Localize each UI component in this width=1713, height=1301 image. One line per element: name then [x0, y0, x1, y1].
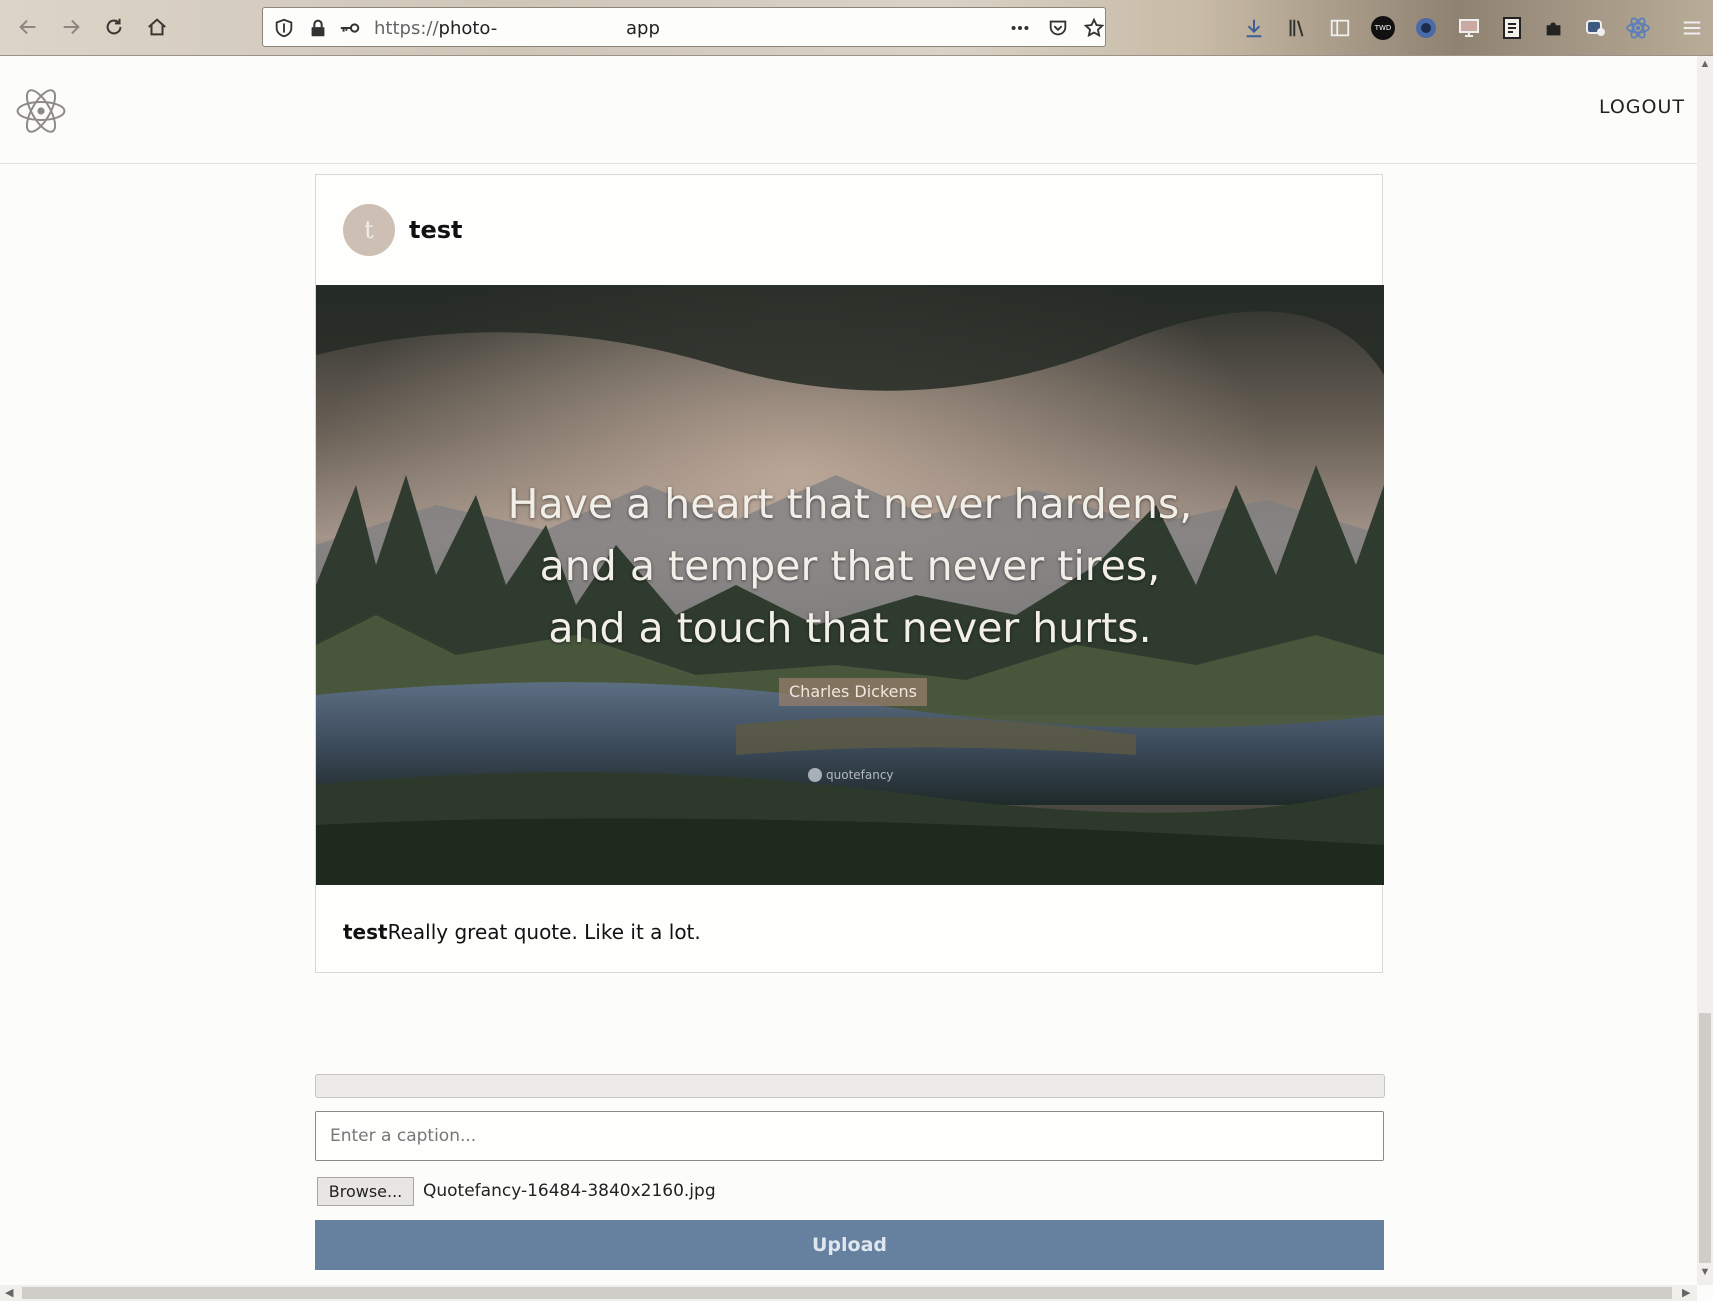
reload-icon[interactable] — [99, 12, 129, 42]
url-text: https://photo- — [374, 18, 497, 39]
back-arrow-icon[interactable] — [13, 12, 43, 42]
url-suffix: app — [626, 18, 660, 39]
library-icon[interactable] — [1283, 14, 1311, 42]
horizontal-scroll-thumb[interactable] — [22, 1287, 1672, 1299]
scroll-down-icon[interactable]: ▼ — [1699, 1266, 1711, 1278]
app-header: LOGOUT — [0, 56, 1697, 164]
key-icon[interactable] — [339, 17, 361, 39]
caption-input[interactable] — [315, 1111, 1384, 1161]
forward-arrow-icon[interactable] — [56, 12, 86, 42]
home-icon[interactable] — [142, 12, 172, 42]
upload-progress-bar — [315, 1074, 1385, 1098]
post-caption: testReally great quote. Like it a lot. — [343, 920, 701, 944]
shield-icon[interactable] — [273, 17, 295, 39]
puzzle-icon[interactable] — [1540, 14, 1568, 42]
watermark-text: quotefancy — [826, 768, 894, 782]
logout-button[interactable]: LOGOUT — [1599, 96, 1685, 118]
browse-button[interactable]: Browse... — [317, 1177, 414, 1206]
watermark-logo-icon — [808, 768, 822, 782]
sidebar-icon[interactable] — [1326, 14, 1354, 42]
quote-line: and a temper that never tires, — [539, 542, 1161, 590]
url-bar[interactable]: https://photo- app — [262, 7, 1106, 47]
caption-username[interactable]: test — [343, 920, 388, 944]
twd-label: TWD — [1371, 16, 1395, 40]
lock-icon[interactable] — [307, 17, 329, 39]
vertical-scrollbar[interactable]: ▲ ▼ — [1697, 56, 1713, 1285]
upload-button[interactable]: Upload — [315, 1220, 1384, 1270]
watermark: quotefancy — [808, 768, 894, 782]
quote-line: and a touch that never hurts. — [548, 604, 1152, 652]
download-icon[interactable] — [1240, 14, 1268, 42]
scroll-left-icon[interactable]: ◀ — [5, 1286, 13, 1299]
horizontal-scrollbar[interactable]: ◀ ▶ — [0, 1285, 1697, 1301]
extension-icon[interactable] — [1412, 14, 1440, 42]
more-dots-icon[interactable] — [1009, 17, 1031, 39]
react-atom-icon[interactable] — [14, 84, 68, 138]
post-username[interactable]: test — [409, 216, 463, 244]
selected-file-name: Quotefancy-16484-3840x2160.jpg — [423, 1181, 716, 1201]
vertical-scroll-thumb[interactable] — [1699, 1013, 1711, 1263]
pocket-icon[interactable] — [1047, 17, 1069, 39]
post-card: t test Have a heart that never hardens, … — [315, 174, 1384, 973]
quote-author: Charles Dickens — [779, 678, 927, 706]
react-devtools-icon[interactable] — [1624, 14, 1652, 42]
quote-line: Have a heart that never hardens, — [507, 480, 1193, 528]
scroll-up-icon[interactable]: ▲ — [1699, 58, 1711, 70]
notes-icon[interactable] — [1498, 14, 1526, 42]
twd-extension-icon[interactable]: TWD — [1369, 14, 1397, 42]
scroll-right-icon[interactable]: ▶ — [1682, 1286, 1690, 1299]
url-scheme: https:// — [374, 18, 439, 39]
browser-toolbar: https://photo- app TWD — [0, 0, 1713, 56]
screen-icon[interactable] — [1455, 14, 1483, 42]
post-image[interactable]: Have a heart that never hardens, and a t… — [316, 285, 1384, 885]
extension-icon[interactable] — [1582, 14, 1610, 42]
star-icon[interactable] — [1083, 17, 1105, 39]
caption-text: Really great quote. Like it a lot. — [387, 920, 701, 944]
quote-text: Have a heart that never hardens, and a t… — [316, 473, 1384, 659]
post-header: t test — [316, 175, 1382, 285]
menu-icon[interactable] — [1678, 14, 1706, 42]
avatar[interactable]: t — [343, 204, 395, 256]
url-host: photo- — [438, 18, 498, 39]
